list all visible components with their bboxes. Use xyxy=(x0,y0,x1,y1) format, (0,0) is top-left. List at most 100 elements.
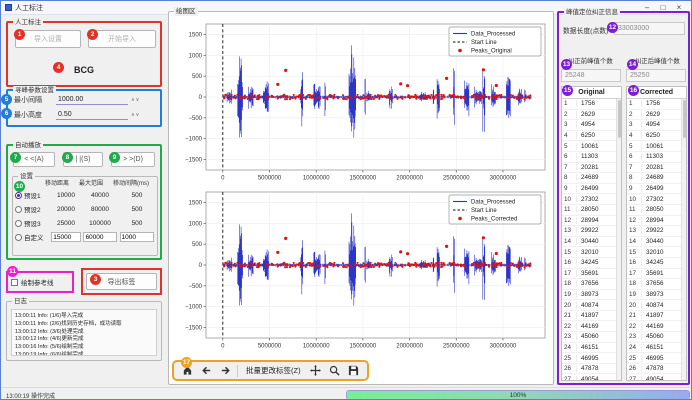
peak-row[interactable]: 34954 xyxy=(562,120,621,131)
preset-radio[interactable] xyxy=(15,206,22,213)
svg-text:−500: −500 xyxy=(188,116,202,122)
min-interval-label: 最小间隔 xyxy=(14,95,56,105)
peak-row[interactable]: 2446151 xyxy=(627,343,686,354)
preset-radio[interactable] xyxy=(15,220,22,227)
log-line: 13:00:19 Info: (6/6)绘制完成 xyxy=(15,352,153,356)
svg-text:Peaks_Corrected: Peaks_Corrected xyxy=(471,217,517,223)
peak-row[interactable]: 2244169 xyxy=(627,321,686,332)
signal-chart-original[interactable]: −1500−1000−50005001000150005000000100000… xyxy=(172,20,550,184)
peak-row[interactable]: 2749054 xyxy=(562,374,621,381)
peak-row[interactable]: 46250 xyxy=(627,131,686,142)
peak-row[interactable]: 1329922 xyxy=(627,226,686,237)
badge-15: 15 xyxy=(562,85,573,96)
custom-preset-input[interactable] xyxy=(51,232,80,242)
save-icon[interactable] xyxy=(347,364,361,378)
peak-row[interactable]: 926499 xyxy=(627,184,686,195)
corrected-peaks-list[interactable]: Corrected 117562262934954462505100616113… xyxy=(626,86,687,381)
preset-row[interactable]: 预设22000080000500 xyxy=(15,202,157,216)
preset-radio[interactable] xyxy=(15,192,22,199)
peak-row[interactable]: 2546995 xyxy=(562,353,621,364)
peak-row[interactable]: 11756 xyxy=(562,99,621,110)
peak-row[interactable]: 926499 xyxy=(562,184,621,195)
corrected-scrollbar[interactable] xyxy=(681,99,686,380)
peak-row[interactable]: 1228994 xyxy=(627,216,686,227)
peak-row[interactable]: 2244169 xyxy=(562,321,621,332)
svg-text:1500: 1500 xyxy=(189,32,203,38)
peak-row[interactable]: 1027302 xyxy=(562,194,621,205)
peak-row[interactable]: 824689 xyxy=(627,173,686,184)
peak-row[interactable]: 2446151 xyxy=(562,343,621,354)
peak-row[interactable]: 1634245 xyxy=(562,258,621,269)
min-interval-input[interactable] xyxy=(56,95,128,105)
peak-row[interactable]: 1938973 xyxy=(562,290,621,301)
peak-row[interactable]: 1532010 xyxy=(627,247,686,258)
zoom-icon[interactable] xyxy=(328,364,342,378)
spinner-arrows-icon[interactable]: ∧∨ xyxy=(131,97,140,103)
preset-value: 500 xyxy=(118,206,156,213)
peak-row[interactable]: 1128050 xyxy=(562,205,621,216)
preset-row[interactable]: 预设325000100000500 xyxy=(15,216,157,230)
batch-edit-labels-button[interactable]: 批量更改标签(Z) xyxy=(243,365,304,376)
peak-row[interactable]: 1430440 xyxy=(562,237,621,248)
after-count-field xyxy=(626,69,686,82)
peak-row[interactable]: 22629 xyxy=(627,110,686,121)
preset-row[interactable]: 预设11000040000500 xyxy=(15,188,157,202)
peak-row[interactable]: 1837656 xyxy=(627,279,686,290)
preset-value: 20000 xyxy=(50,206,82,213)
forward-arrow-icon[interactable] xyxy=(218,364,232,378)
pan-icon[interactable] xyxy=(309,364,323,378)
peak-row[interactable]: 2647878 xyxy=(562,364,621,375)
reference-line-checkbox[interactable] xyxy=(11,279,18,286)
peak-row[interactable]: 2141897 xyxy=(627,311,686,322)
min-height-input[interactable] xyxy=(56,110,128,120)
svg-text:5000000: 5000000 xyxy=(258,176,282,182)
preset-radio[interactable] xyxy=(15,234,22,241)
back-arrow-icon[interactable] xyxy=(199,364,213,378)
peak-row[interactable]: 2546995 xyxy=(627,353,686,364)
log-group: 日志 13:00:11 Info: (1/6)导入完成13:00:11 Info… xyxy=(6,301,162,361)
peak-row[interactable]: 611303 xyxy=(627,152,686,163)
peak-row[interactable]: 1938973 xyxy=(627,290,686,301)
peak-row[interactable]: 1837656 xyxy=(562,279,621,290)
peak-row[interactable]: 1735691 xyxy=(627,269,686,280)
peak-row[interactable]: 2141897 xyxy=(562,311,621,322)
peak-row[interactable]: 1430440 xyxy=(627,237,686,248)
custom-preset-input[interactable] xyxy=(120,232,155,242)
start-import-button[interactable]: 开始导入 xyxy=(88,30,156,48)
original-peaks-list[interactable]: Original 1175622629349544625051006161130… xyxy=(561,86,622,381)
svg-text:1000: 1000 xyxy=(189,221,203,227)
peak-row[interactable]: 720281 xyxy=(562,163,621,174)
peak-row[interactable]: 1228994 xyxy=(562,216,621,227)
peak-row[interactable]: 611303 xyxy=(562,152,621,163)
peak-row[interactable]: 2749054 xyxy=(627,374,686,381)
peak-row[interactable]: 2040874 xyxy=(562,300,621,311)
peak-row[interactable]: 22629 xyxy=(562,110,621,121)
log-line: 13:00:11 Info: (1/6)导入完成 xyxy=(15,313,153,321)
peak-row[interactable]: 510061 xyxy=(562,141,621,152)
peak-row[interactable]: 1735691 xyxy=(562,269,621,280)
peak-row[interactable]: 1128050 xyxy=(627,205,686,216)
peak-row[interactable]: 11756 xyxy=(627,99,686,110)
preset-row[interactable]: 自定义 xyxy=(15,230,157,244)
peak-row[interactable]: 2647878 xyxy=(627,364,686,375)
peak-row[interactable]: 46250 xyxy=(562,131,621,142)
peak-row[interactable]: 1027302 xyxy=(627,194,686,205)
signal-chart-corrected[interactable]: −1500−1000−50005001000150005000000100000… xyxy=(172,188,550,352)
peak-row[interactable]: 1634245 xyxy=(627,258,686,269)
peak-row[interactable]: 510061 xyxy=(627,141,686,152)
peak-row[interactable]: 1329922 xyxy=(562,226,621,237)
peak-row[interactable]: 1532010 xyxy=(562,247,621,258)
svg-text:500: 500 xyxy=(192,74,203,80)
peak-row[interactable]: 824689 xyxy=(562,173,621,184)
peak-row[interactable]: 2040874 xyxy=(627,300,686,311)
peak-row[interactable]: 34954 xyxy=(627,120,686,131)
peak-row[interactable]: 2345060 xyxy=(627,332,686,343)
peak-row[interactable]: 720281 xyxy=(627,163,686,174)
original-scrollbar[interactable] xyxy=(616,99,621,380)
badge-12: 12 xyxy=(607,22,618,33)
peak-row[interactable]: 2345060 xyxy=(562,332,621,343)
reference-line-label: 绘制参考线 xyxy=(21,277,54,287)
spinner-arrows-icon[interactable]: ∧∨ xyxy=(131,112,140,118)
peak-params-title: 寻峰参数设置 xyxy=(13,86,56,95)
custom-preset-input[interactable] xyxy=(83,232,116,242)
